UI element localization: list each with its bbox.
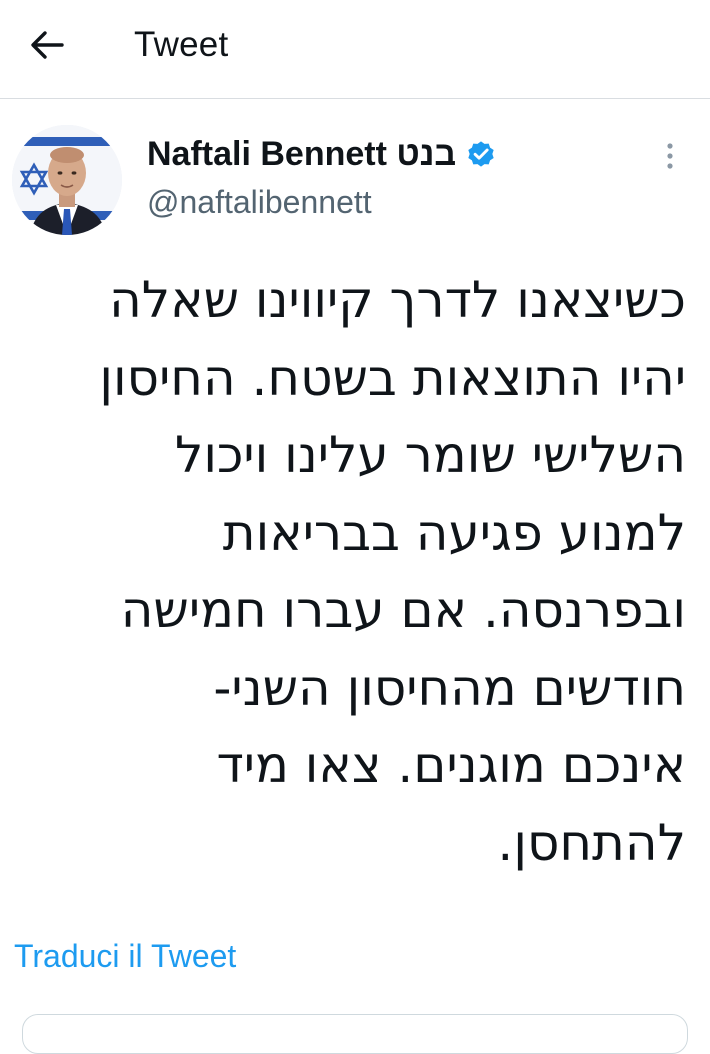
tweet-text-line: השלישי שומר עלינו ויכול: [174, 426, 686, 484]
tweet-text-line: אינכם מוגנים. צאו מיד: [216, 736, 686, 794]
page-title: Tweet: [134, 25, 229, 64]
tweet-text: כשיצאנו לדרך קיווינו שאלה יהיו התוצאות ב…: [16, 262, 686, 882]
tweet-text-line: כשיצאנו לדרך קיווינו שאלה: [109, 271, 686, 329]
tweet-text-line: יהיו התוצאות בשטח. החיסון: [99, 348, 686, 407]
author-name[interactable]: Naftali Bennett בנט: [147, 135, 456, 174]
more-options-button[interactable]: [652, 138, 688, 174]
author-row: Naftali Bennett בנט: [147, 132, 497, 176]
arrow-left-icon: [31, 31, 64, 59]
tweet-text-line: ובפרנסה. אם עברו חמישה: [120, 581, 686, 639]
more-vertical-icon: [667, 143, 673, 169]
avatar[interactable]: [12, 125, 122, 235]
tweet-text-line: למנוע פגיעה בבריאות: [222, 503, 686, 562]
translate-tweet-link[interactable]: Traduci il Tweet: [14, 938, 236, 975]
back-button[interactable]: [22, 22, 72, 68]
author-handle[interactable]: @naftalibennett: [147, 184, 372, 221]
tweet-metadata-card: [22, 1014, 688, 1054]
tweet-text-line: חודשים מהחיסון השני-: [213, 658, 686, 717]
verified-badge-icon: [465, 138, 497, 170]
top-bar: Tweet: [0, 0, 710, 99]
avatar-photo: [12, 125, 122, 235]
tweet-text-line: להתחסן.: [497, 813, 686, 872]
